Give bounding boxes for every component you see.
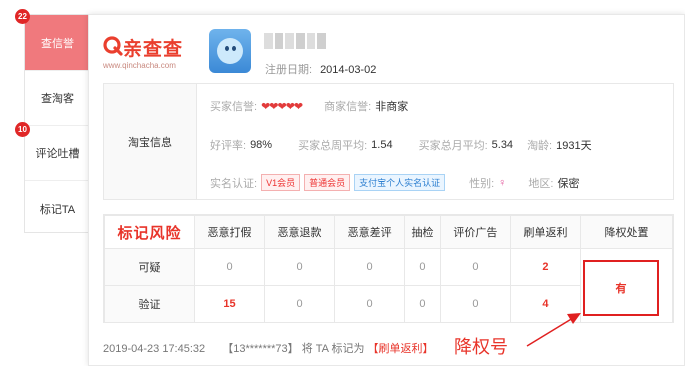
credit-row: 买家信誉: ❤❤❤❤❤ 商家信誉: 非商家 xyxy=(210,98,408,114)
tab-label: 评论吐槽 xyxy=(35,148,80,160)
annotation-label: 降权号 xyxy=(454,337,508,357)
cell: 15 xyxy=(193,285,266,323)
buyer-credit-hearts: ❤❤❤❤❤ xyxy=(261,100,303,113)
col-header: 恶意退款 xyxy=(264,215,336,249)
cell: 0 xyxy=(439,248,511,286)
monthly-avg-value: 5.34 xyxy=(491,139,514,151)
reg-date-label: 注册日期: xyxy=(265,64,313,76)
cell: 0 xyxy=(334,248,406,286)
good-rate-value: 98% xyxy=(250,139,273,151)
penalty-highlight-box: 有 xyxy=(583,260,659,316)
verify-row: 实名认证: V1会员 普通会员 支付宝个人实名认证 性别: ♀ 地区: 保密 xyxy=(210,174,579,191)
weekly-avg-value: 1.54 xyxy=(371,139,393,151)
gender-label: 性别: xyxy=(469,177,495,190)
region-label: 地区: xyxy=(528,177,554,190)
tab-label: 查淘客 xyxy=(41,93,74,105)
side-tabs: 22 查信誉 查淘客 10 评论吐槽 标记TA xyxy=(15,9,90,236)
cell: 0 xyxy=(404,285,441,323)
col-header: 抽检 xyxy=(404,215,441,249)
region-value: 保密 xyxy=(557,177,580,190)
tag-v1-member: V1会员 xyxy=(261,174,301,191)
col-header: 评价广告 xyxy=(439,215,511,249)
mark-log: 2019-04-23 17:45:32 【13*******73】 将 TA 标… xyxy=(103,340,434,356)
logo-text: 亲查查 xyxy=(123,39,184,60)
notification-badge: 10 xyxy=(15,122,30,137)
cell: 2 xyxy=(509,248,582,286)
tab-label: 标记TA xyxy=(39,203,76,216)
cell: 0 xyxy=(193,248,266,286)
logo-q-icon xyxy=(103,36,123,56)
verify-label: 实名认证: xyxy=(210,177,258,190)
notification-badge: 22 xyxy=(15,9,30,24)
cell: 0 xyxy=(264,248,336,286)
tab-label: 查信誉 xyxy=(41,37,74,50)
good-rate-label: 好评率: xyxy=(210,140,247,152)
tab-mark-ta[interactable]: 标记TA xyxy=(25,181,90,236)
credit-panel: 亲查查 www.qinchacha.com 注册日期: 2014-03-02 淘宝… xyxy=(88,14,685,366)
cell: 0 xyxy=(334,285,406,323)
tag-normal-member: 普通会员 xyxy=(304,174,351,191)
seller-credit-label: 商家信誉: xyxy=(324,101,372,113)
col-header: 恶意打假 xyxy=(193,215,266,249)
risk-title: 标记风险 xyxy=(104,215,195,249)
blurred-username xyxy=(264,33,327,49)
col-header: 降权处置 xyxy=(580,215,673,249)
monthly-avg-label: 买家总月平均: xyxy=(418,140,488,152)
seller-credit-value: 非商家 xyxy=(375,101,409,113)
tab-check-credit[interactable]: 22 查信誉 xyxy=(15,9,90,71)
stats-row: 好评率: 98% 买家总周平均: 1.54 买家总月平均: 5.34 淘龄: 1… xyxy=(210,137,592,153)
account-age-label: 淘龄: xyxy=(527,140,553,152)
tab-check-taoke[interactable]: 查淘客 xyxy=(25,71,90,126)
tag-alipay-verified: 支付宝个人实名认证 xyxy=(354,174,446,191)
log-text: 将 TA 标记为 xyxy=(301,343,365,355)
log-time: 2019-04-23 17:45:32 xyxy=(103,343,206,355)
log-user[interactable]: 【13*******73】 xyxy=(222,343,298,355)
tab-comments[interactable]: 10 评论吐槽 xyxy=(15,122,90,181)
col-header: 刷单返利 xyxy=(509,215,582,249)
row-label: 验证 xyxy=(104,285,195,323)
cell: 0 xyxy=(439,285,511,323)
cell: 4 xyxy=(509,285,582,323)
section-label: 淘宝信息 xyxy=(104,84,197,199)
cell: 0 xyxy=(404,248,441,286)
female-icon: ♀ xyxy=(498,176,507,189)
registration-date: 注册日期: 2014-03-02 xyxy=(265,61,376,77)
buyer-credit-label: 买家信誉: xyxy=(210,101,258,113)
weekly-avg-label: 买家总周平均: xyxy=(298,140,368,152)
col-header: 恶意差评 xyxy=(334,215,406,249)
avatar xyxy=(209,29,251,73)
cell: 0 xyxy=(264,285,336,323)
taobao-info-table: 淘宝信息 买家信誉: ❤❤❤❤❤ 商家信誉: 非商家 好评率: 98% 买家总周… xyxy=(103,83,674,200)
reg-date-value: 2014-03-02 xyxy=(320,64,377,76)
account-age-value: 1931天 xyxy=(556,140,592,152)
row-label: 可疑 xyxy=(104,248,195,286)
log-mark: 【刷单返利】 xyxy=(367,343,434,355)
penalty-value: 有 xyxy=(615,283,627,295)
logo-url: www.qinchacha.com xyxy=(103,61,176,70)
